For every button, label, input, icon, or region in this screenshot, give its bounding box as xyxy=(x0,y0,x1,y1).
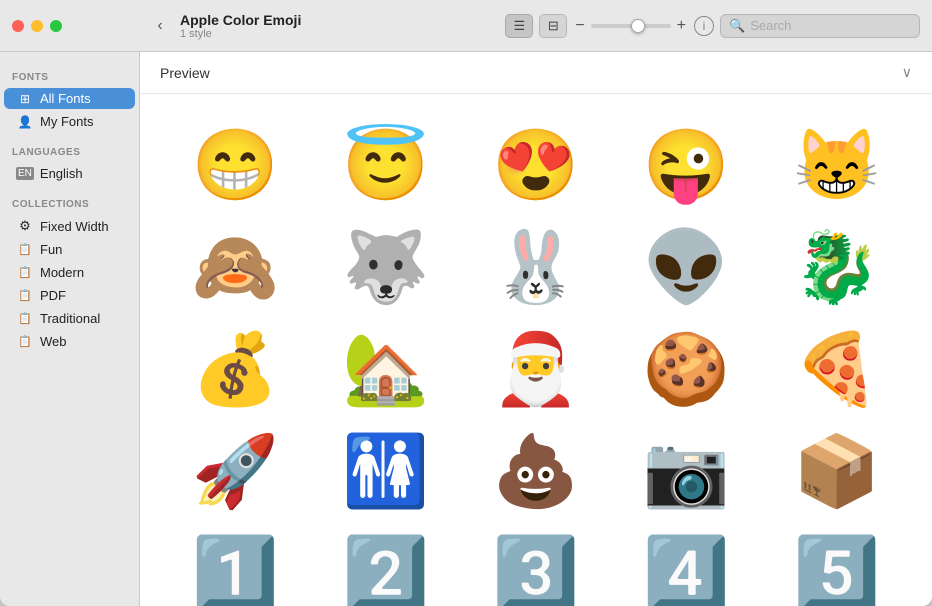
emoji-cell: 🍕 xyxy=(762,318,912,420)
info-icon: i xyxy=(703,19,706,33)
window-buttons-area xyxy=(0,0,140,52)
list-view-icon: ☰ xyxy=(513,18,525,34)
sidebar-item-my-fonts[interactable]: 👤 My Fonts xyxy=(4,111,135,132)
font-style: 1 style xyxy=(180,28,301,40)
traditional-icon: 📋 xyxy=(16,312,34,325)
sidebar-item-traditional[interactable]: 📋 Traditional xyxy=(4,308,135,329)
font-name: Apple Color Emoji xyxy=(180,12,301,28)
emoji-cell: 🐉 xyxy=(762,216,912,318)
emoji-cell: 💩 xyxy=(461,420,611,522)
all-fonts-label: All Fonts xyxy=(40,91,91,106)
emoji-cell: 💰 xyxy=(160,318,310,420)
fixed-width-label: Fixed Width xyxy=(40,219,109,234)
modern-icon: 📋 xyxy=(16,266,34,279)
emoji-cell: 📦 xyxy=(762,420,912,522)
emoji-cell: 😸 xyxy=(762,114,912,216)
preview-header: Preview ∨ xyxy=(140,52,932,94)
emoji-grid: 😁😇😍😜😸 🙈🐺🐰👽🐉 💰🏡🎅🍪🍕 🚀🚻💩📷📦 1️⃣2️⃣3️⃣4️⃣5️⃣ xyxy=(140,94,932,606)
english-label: English xyxy=(40,166,83,181)
emoji-cell: 4️⃣ xyxy=(611,522,761,606)
emoji-cell: 😁 xyxy=(160,114,310,216)
emoji-cell: 🍪 xyxy=(611,318,761,420)
maximize-button[interactable] xyxy=(50,20,62,32)
emoji-cell: 📷 xyxy=(611,420,761,522)
emoji-cell: 5️⃣ xyxy=(762,522,912,606)
info-button[interactable]: i xyxy=(694,16,714,36)
emoji-cell: 👽 xyxy=(611,216,761,318)
minimize-button[interactable] xyxy=(31,20,43,32)
my-fonts-icon: 👤 xyxy=(16,115,34,129)
size-slider-thumb[interactable] xyxy=(631,19,645,33)
size-decrease-button[interactable]: − xyxy=(573,17,586,35)
sidebar-item-fixed-width[interactable]: ⚙ Fixed Width xyxy=(4,215,135,237)
size-slider[interactable] xyxy=(591,24,671,28)
sidebar: Fonts ⊞ All Fonts 👤 My Fonts Languages E… xyxy=(0,52,140,606)
grid-view-button[interactable]: ⊟ xyxy=(539,14,567,38)
sidebar-item-modern[interactable]: 📋 Modern xyxy=(4,262,135,283)
languages-section-label: Languages xyxy=(0,139,139,162)
close-button[interactable] xyxy=(12,20,24,32)
pdf-label: PDF xyxy=(40,288,66,303)
fonts-section-label: Fonts xyxy=(0,64,139,87)
preview-label: Preview xyxy=(160,65,210,81)
emoji-cell: 🐰 xyxy=(461,216,611,318)
fun-label: Fun xyxy=(40,242,62,257)
emoji-cell: 3️⃣ xyxy=(461,522,611,606)
fun-icon: 📋 xyxy=(16,243,34,256)
emoji-cell: 🙈 xyxy=(160,216,310,318)
web-label: Web xyxy=(40,334,67,349)
emoji-cell: 2️⃣ xyxy=(310,522,460,606)
search-icon: 🔍 xyxy=(729,18,745,34)
search-input[interactable] xyxy=(750,18,911,33)
pdf-icon: 📋 xyxy=(16,289,34,302)
back-icon: ‹ xyxy=(157,17,162,35)
web-icon: 📋 xyxy=(16,335,34,348)
emoji-cell: 😇 xyxy=(310,114,460,216)
sidebar-item-pdf[interactable]: 📋 PDF xyxy=(4,285,135,306)
sidebar-item-english[interactable]: EN English xyxy=(4,163,135,184)
emoji-cell: 🎅 xyxy=(461,318,611,420)
sidebar-item-web[interactable]: 📋 Web xyxy=(4,331,135,352)
emoji-cell: 😜 xyxy=(611,114,761,216)
my-fonts-label: My Fonts xyxy=(40,114,93,129)
sidebar-item-all-fonts[interactable]: ⊞ All Fonts xyxy=(4,88,135,109)
emoji-cell: 🚀 xyxy=(160,420,310,522)
list-view-button[interactable]: ☰ xyxy=(505,14,533,38)
modern-label: Modern xyxy=(40,265,84,280)
emoji-cell: 🏡 xyxy=(310,318,460,420)
english-icon: EN xyxy=(16,167,34,180)
sidebar-item-fun[interactable]: 📋 Fun xyxy=(4,239,135,260)
all-fonts-icon: ⊞ xyxy=(16,92,34,106)
font-title-area: Apple Color Emoji 1 style xyxy=(180,12,301,40)
toolbar-controls: ☰ ⊟ − + i 🔍 xyxy=(505,14,920,38)
size-increase-button[interactable]: + xyxy=(675,17,688,35)
fixed-width-icon: ⚙ xyxy=(16,218,34,234)
preview-chevron-icon[interactable]: ∨ xyxy=(902,64,912,81)
back-button[interactable]: ‹ xyxy=(148,14,172,38)
preview-area: Preview ∨ 😁😇😍😜😸 🙈🐺🐰👽🐉 💰🏡🎅🍪🍕 🚀🚻💩📷📦 1️⃣2️⃣3️⃣4… xyxy=(140,52,932,606)
size-control: − + xyxy=(573,17,688,35)
grid-view-icon: ⊟ xyxy=(548,18,559,34)
search-box[interactable]: 🔍 xyxy=(720,14,920,38)
traditional-label: Traditional xyxy=(40,311,100,326)
emoji-cell: 1️⃣ xyxy=(160,522,310,606)
emoji-cell: 🐺 xyxy=(310,216,460,318)
collections-section-label: Collections xyxy=(0,191,139,214)
emoji-cell: 🚻 xyxy=(310,420,460,522)
main-window: ‹ Apple Color Emoji 1 style ☰ ⊟ − xyxy=(0,0,932,606)
emoji-cell: 😍 xyxy=(461,114,611,216)
